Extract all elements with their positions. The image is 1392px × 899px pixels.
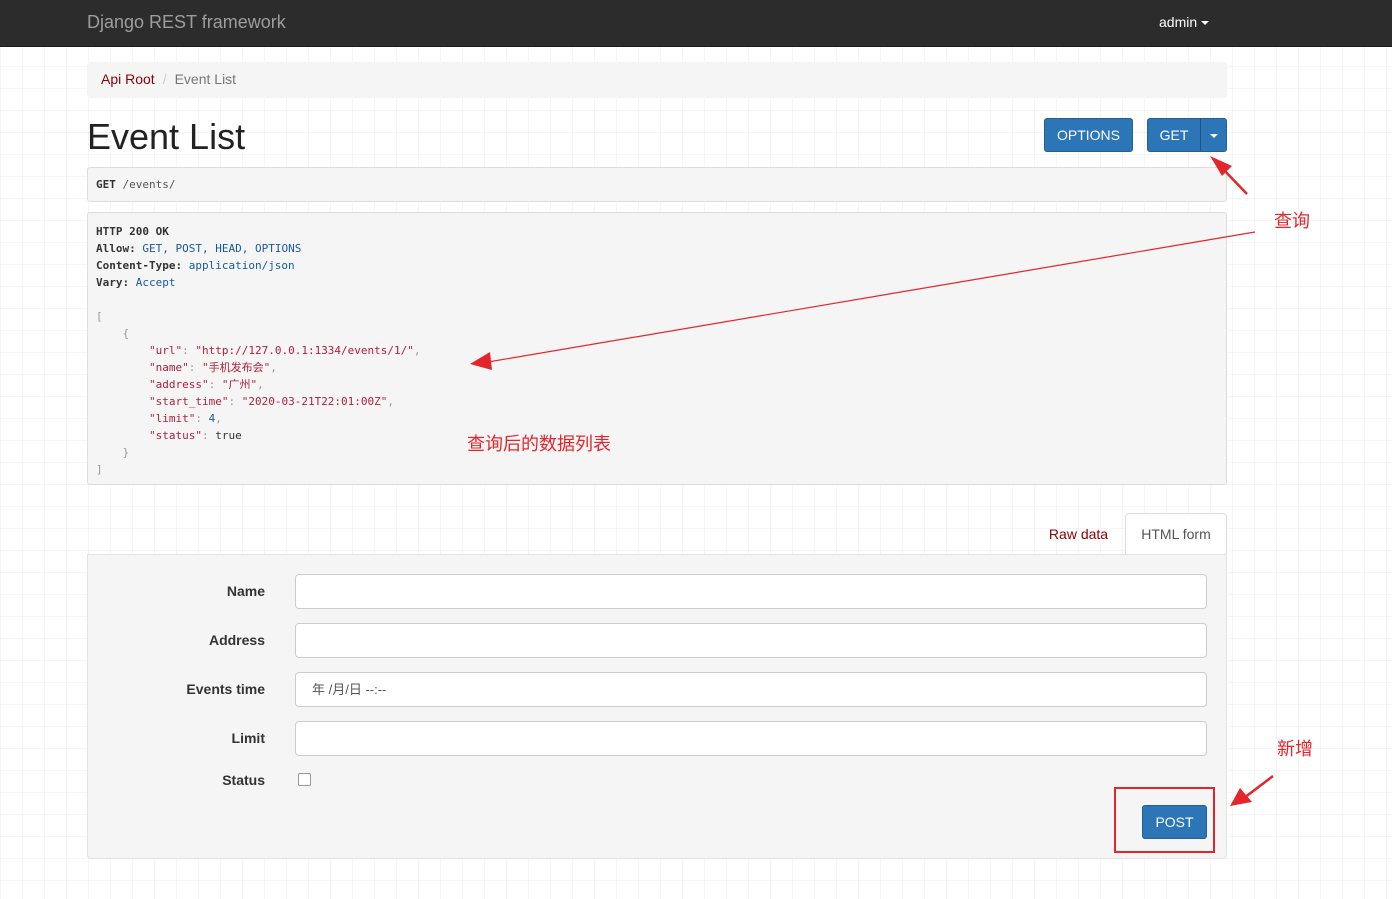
address-label: Address — [208, 632, 265, 648]
navbar: Django REST framework admin — [0, 0, 1392, 47]
name-label: Name — [226, 583, 265, 599]
breadcrumb-api-root[interactable]: Api Root — [101, 71, 155, 87]
limit-label: Limit — [231, 730, 265, 746]
brand-link[interactable]: Django REST framework — [87, 12, 286, 33]
json-key: "url" — [148, 344, 183, 357]
get-format-dropdown-button[interactable] — [1200, 118, 1227, 152]
response-status: HTTP 200 OK — [96, 225, 169, 238]
user-menu[interactable]: admin — [1159, 14, 1210, 30]
response-header-value: application/json — [188, 259, 295, 272]
events-time-input[interactable]: 年 /月/日 --:-- — [295, 672, 1207, 707]
breadcrumb: Api Root / Event List — [87, 62, 1227, 98]
annotation-query: 查询 — [1274, 211, 1310, 232]
address-input[interactable] — [295, 623, 1207, 658]
response-header-name: Vary: — [96, 276, 130, 289]
get-button[interactable]: GET — [1147, 118, 1201, 152]
request-path: /events/ — [122, 178, 176, 191]
json-key: "name" — [148, 361, 189, 374]
json-key: "status" — [148, 429, 202, 442]
json-bracket: [ — [96, 310, 103, 323]
name-input[interactable] — [295, 574, 1207, 609]
json-key: "start_time" — [148, 395, 229, 408]
status-label: Status — [222, 772, 265, 788]
json-brace: { — [122, 327, 130, 340]
options-button[interactable]: OPTIONS — [1044, 118, 1133, 152]
annotation-add: 新增 — [1277, 739, 1313, 760]
response-info: HTTP 200 OK Allow: GET, POST, HEAD, OPTI… — [87, 212, 1227, 485]
response-header-name: Content-Type: — [96, 259, 183, 272]
json-key: "address" — [148, 378, 209, 391]
annotation-query-result: 查询后的数据列表 — [467, 434, 611, 455]
json-value: "手机发布会" — [201, 361, 271, 374]
response-header-value: GET, POST, HEAD, OPTIONS — [142, 242, 302, 255]
annotation-highlight-box — [1114, 787, 1215, 853]
response-header-name: Allow: — [96, 242, 136, 255]
caret-down-icon — [1209, 134, 1218, 139]
breadcrumb-current: Event List — [174, 71, 237, 87]
json-value: "http://127.0.0.1:1334/events/1/" — [195, 344, 414, 357]
json-value: "2020-03-21T22:01:00Z" — [241, 395, 388, 408]
chevron-down-icon — [1201, 21, 1210, 26]
page-title: Event List — [87, 116, 246, 157]
breadcrumb-separator: / — [162, 71, 167, 87]
tab-raw-data[interactable]: Raw data — [1032, 513, 1125, 555]
json-value: true — [215, 429, 242, 442]
arrow-head-icon — [1230, 788, 1252, 806]
request-method: GET — [96, 178, 116, 191]
events-time-label: Events time — [186, 681, 265, 697]
html-form: Name Address Events time 年 /月/日 --:-- Li… — [87, 554, 1227, 859]
json-brace: } — [122, 446, 130, 459]
tab-html-form[interactable]: HTML form — [1125, 513, 1227, 555]
request-info: GET /events/ — [87, 167, 1227, 202]
json-key: "limit" — [148, 412, 196, 425]
status-checkbox[interactable] — [298, 773, 311, 786]
user-name: admin — [1159, 14, 1198, 30]
json-value: "广州" — [221, 378, 258, 391]
limit-input[interactable] — [295, 721, 1207, 756]
arrow-to-post-button — [1243, 775, 1274, 799]
response-header-value: Accept — [135, 276, 176, 289]
json-bracket: ] — [96, 463, 103, 476]
